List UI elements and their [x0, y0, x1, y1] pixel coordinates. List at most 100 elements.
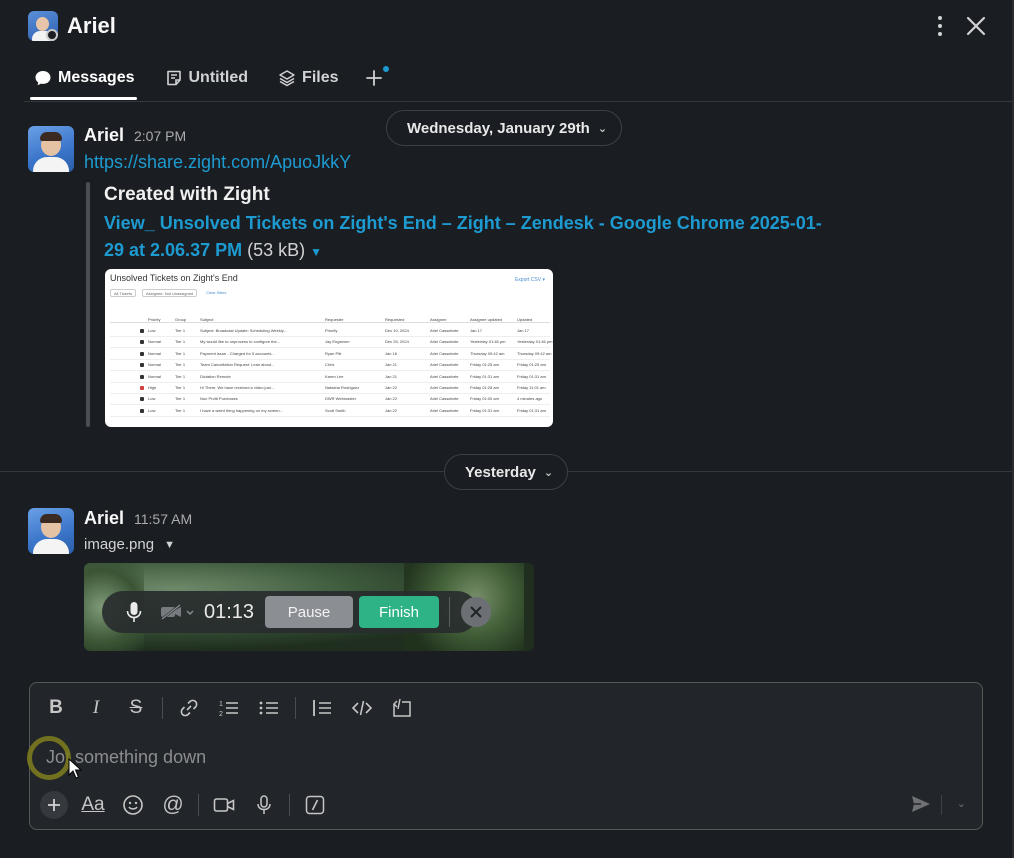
- caret-down-icon[interactable]: ▼: [164, 539, 175, 551]
- table-cell: Yesterday 01:46 pm: [470, 339, 506, 345]
- preview-table-header: Priority Group Subject Requester Request…: [110, 315, 550, 323]
- table-cell: Team Cancellation Request: Lean about...: [200, 362, 275, 368]
- chevron-down-icon: ⌄: [543, 466, 554, 479]
- message-author[interactable]: Ariel: [84, 508, 124, 529]
- header-divider: [24, 101, 1012, 102]
- table-cell: Ariel Cassaforte: [430, 350, 459, 356]
- table-cell: Dec 25, 2024: [385, 339, 409, 345]
- avatar[interactable]: [28, 11, 58, 41]
- italic-icon[interactable]: I: [82, 695, 110, 721]
- table-cell: Friday 01:28 am: [470, 385, 499, 390]
- table-cell: Tier 1: [175, 350, 186, 356]
- caret-down-icon[interactable]: ▼: [310, 245, 322, 259]
- canvas-note-icon: [165, 69, 183, 87]
- date-divider-button[interactable]: Wednesday, January 29th ⌄: [386, 110, 623, 146]
- cancel-recording-button[interactable]: [461, 597, 491, 627]
- bold-icon[interactable]: B: [42, 695, 70, 721]
- table-row: Low Tier 1 Subject: Broadcast Update: Sche…: [110, 326, 550, 337]
- microphone-icon[interactable]: [126, 601, 142, 628]
- mention-icon[interactable]: @: [158, 791, 188, 819]
- table-cell: Hi There, We have received a video just.…: [200, 385, 275, 390]
- recording-toolbar: 01:13 Pause Finish: [102, 591, 491, 633]
- table-cell: Dictation Remote: [200, 373, 231, 379]
- slash-command-icon[interactable]: [300, 791, 330, 819]
- table-cell: Jan 22: [385, 407, 398, 413]
- pause-button[interactable]: Pause: [265, 596, 353, 628]
- channel-title[interactable]: Ariel: [67, 13, 116, 39]
- preview-filters: All Tickets Assignee: Not Unassigned Cle…: [110, 289, 229, 297]
- table-cell: Non Profit Purchases: [200, 396, 238, 402]
- tab-untitled[interactable]: Untitled: [165, 58, 248, 98]
- table-cell: Thursday 09:42 am: [470, 350, 505, 356]
- code-block-icon[interactable]: [388, 695, 416, 721]
- table-row: Normal Tier 1 Team Cancellation Request: L…: [110, 360, 550, 372]
- preview-title: Unsolved Tickets on Zight's End: [110, 273, 238, 283]
- table-cell: Jan 21: [385, 373, 398, 379]
- table-cell: Natasha Rodriguez: [325, 385, 360, 390]
- table-cell: Jan 22: [385, 385, 398, 390]
- table-row: Low Tier 1 I have a weird thing happening …: [110, 406, 550, 417]
- table-cell: Friday 01:31 am: [517, 373, 546, 379]
- unfurl-file-link[interactable]: View_ Unsolved Tickets on Zight's End – …: [104, 210, 824, 266]
- table-row: Normal Tier 1 My would like to unprocess t…: [110, 337, 552, 349]
- bulleted-list-icon[interactable]: [255, 695, 283, 721]
- chevron-down-icon[interactable]: ⌄: [957, 797, 966, 810]
- table-cell: Friday 01:31 am: [517, 407, 546, 413]
- table-cell: Chris: [325, 362, 335, 368]
- table-cell: Ariel Cassaforte: [430, 373, 459, 379]
- strikethrough-icon[interactable]: S: [122, 695, 150, 721]
- ordered-list-icon[interactable]: 12: [215, 695, 243, 721]
- table-cell: Jan 22: [385, 396, 398, 402]
- date-divider-label: Wednesday, January 29th: [407, 119, 590, 137]
- camera-off-icon[interactable]: [160, 603, 196, 626]
- mouse-pointer-icon: [68, 758, 82, 779]
- table-cell: Friday 01:31 am: [470, 373, 499, 379]
- tab-messages[interactable]: Messages: [24, 58, 136, 100]
- add-tab-button[interactable]: [363, 58, 389, 98]
- notification-dot: [382, 66, 389, 72]
- plus-icon[interactable]: [40, 791, 68, 819]
- unfurl-file-name[interactable]: View_ Unsolved Tickets on Zight's End – …: [104, 213, 822, 260]
- message-link[interactable]: https://share.zight.com/ApuoJkkY: [84, 152, 351, 173]
- text-format-icon[interactable]: Aa: [78, 791, 108, 819]
- message-timestamp[interactable]: 11:57 AM: [134, 511, 192, 527]
- table-cell: Jan 17: [517, 328, 530, 333]
- table-cell: 4 minutes ago: [517, 396, 543, 402]
- video-icon[interactable]: [209, 791, 239, 819]
- finish-button[interactable]: Finish: [359, 596, 439, 628]
- blockquote-icon[interactable]: [308, 695, 336, 721]
- message-timestamp[interactable]: 2:07 PM: [134, 128, 186, 144]
- image-attachment[interactable]: 01:13 Pause Finish: [84, 563, 534, 651]
- chevron-down-icon: ⌄: [597, 122, 608, 135]
- file-name[interactable]: image.png: [84, 536, 154, 553]
- table-cell: Priority: [325, 328, 338, 333]
- more-options-icon[interactable]: [930, 14, 950, 38]
- emoji-icon[interactable]: [118, 791, 148, 819]
- channel-title-row[interactable]: Ariel: [28, 10, 116, 42]
- close-icon[interactable]: [962, 12, 990, 40]
- file-attachment-label[interactable]: image.png ▼: [84, 536, 175, 553]
- avatar[interactable]: [28, 126, 74, 172]
- table-cell: Friday 01:25 am: [517, 362, 546, 368]
- microphone-icon[interactable]: [249, 791, 279, 819]
- tab-files[interactable]: Files: [278, 58, 339, 98]
- table-row: Normal Tier 1 Dictation Remote Karen Lee Jan…: [110, 372, 550, 383]
- unfurl-file-size: (53 kB): [247, 240, 306, 260]
- table-cell: High: [148, 385, 157, 390]
- channel-header: Ariel Messages Untitled Files: [0, 0, 1012, 103]
- table-cell: Payment issue - Charged for 5 accounts..…: [200, 350, 275, 356]
- table-cell: DWR Webmaster: [325, 396, 357, 402]
- table-cell: Dec 10, 2024: [385, 328, 409, 333]
- svg-text:1: 1: [219, 701, 223, 708]
- unfurl-image-preview[interactable]: Unsolved Tickets on Zight's End Export C…: [105, 269, 553, 427]
- table-cell: Low: [148, 328, 156, 333]
- table-cell: Thursday 09:42 am: [517, 350, 552, 356]
- date-divider-button[interactable]: Yesterday ⌄: [444, 454, 569, 490]
- composer-actions: Aa @: [40, 791, 340, 819]
- link-icon[interactable]: [175, 695, 203, 721]
- code-icon[interactable]: [348, 695, 376, 721]
- send-icon[interactable]: [910, 793, 932, 820]
- avatar[interactable]: [28, 508, 74, 554]
- message-author[interactable]: Ariel: [84, 125, 124, 146]
- table-cell: Tier 1: [175, 339, 186, 345]
